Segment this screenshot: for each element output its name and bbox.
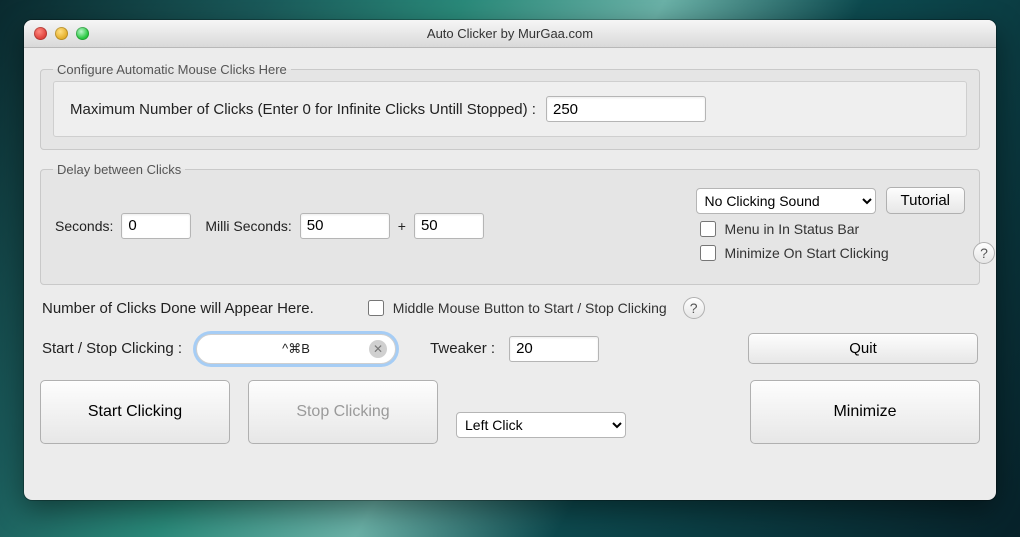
- middle-mouse-label: Middle Mouse Button to Start / Stop Clic…: [393, 300, 667, 316]
- help-icon[interactable]: ?: [973, 242, 995, 264]
- window-content: Configure Automatic Mouse Clicks Here Ma…: [24, 48, 996, 460]
- middle-mouse-box[interactable]: [368, 300, 384, 316]
- seconds-input[interactable]: [121, 213, 191, 239]
- click-type-select[interactable]: Left Click: [456, 412, 626, 438]
- max-clicks-box: Maximum Number of Clicks (Enter 0 for In…: [53, 81, 967, 137]
- minimize-icon[interactable]: [55, 27, 68, 40]
- seconds-label: Seconds:: [55, 218, 113, 234]
- start-clicking-button[interactable]: Start Clicking: [40, 380, 230, 444]
- ms-label: Milli Seconds:: [205, 218, 291, 234]
- max-clicks-label: Maximum Number of Clicks (Enter 0 for In…: [70, 101, 536, 118]
- window-title: Auto Clicker by MurGaa.com: [427, 26, 593, 41]
- tweaker-label: Tweaker :: [430, 340, 495, 357]
- middle-mouse-checkbox[interactable]: Middle Mouse Button to Start / Stop Clic…: [364, 297, 667, 319]
- hotkey-label: Start / Stop Clicking :: [42, 340, 182, 357]
- tutorial-button[interactable]: Tutorial: [886, 187, 965, 214]
- minimize-start-checkbox[interactable]: Minimize On Start Clicking: [696, 242, 965, 264]
- zoom-icon[interactable]: [76, 27, 89, 40]
- max-clicks-input[interactable]: [546, 96, 706, 122]
- help-icon[interactable]: ?: [683, 297, 705, 319]
- delay-section: Delay between Clicks Seconds: Milli Seco…: [40, 162, 980, 285]
- delay-legend: Delay between Clicks: [53, 162, 185, 177]
- ms-plus: +: [398, 218, 406, 234]
- ms-input-1[interactable]: [300, 213, 390, 239]
- titlebar: Auto Clicker by MurGaa.com: [24, 20, 996, 48]
- app-window: Auto Clicker by MurGaa.com Configure Aut…: [24, 20, 996, 500]
- menu-status-label: Menu in In Status Bar: [725, 221, 860, 237]
- minimize-start-box[interactable]: [700, 245, 716, 261]
- close-icon[interactable]: [34, 27, 47, 40]
- status-text: Number of Clicks Done will Appear Here.: [42, 300, 314, 317]
- hotkey-input[interactable]: ^⌘B ✕: [196, 334, 396, 364]
- stop-clicking-button[interactable]: Stop Clicking: [248, 380, 438, 444]
- quit-button[interactable]: Quit: [748, 333, 978, 364]
- traffic-lights: [34, 27, 89, 40]
- minimize-start-label: Minimize On Start Clicking: [725, 245, 889, 261]
- sound-select[interactable]: No Clicking Sound: [696, 188, 876, 214]
- config-legend: Configure Automatic Mouse Clicks Here: [53, 62, 291, 77]
- menu-status-checkbox[interactable]: Menu in In Status Bar: [696, 218, 965, 240]
- ms-input-2[interactable]: [414, 213, 484, 239]
- tweaker-input[interactable]: [509, 336, 599, 362]
- clear-icon[interactable]: ✕: [369, 340, 387, 358]
- minimize-button[interactable]: Minimize: [750, 380, 980, 444]
- menu-status-box[interactable]: [700, 221, 716, 237]
- config-section: Configure Automatic Mouse Clicks Here Ma…: [40, 62, 980, 150]
- hotkey-value: ^⌘B: [282, 341, 310, 357]
